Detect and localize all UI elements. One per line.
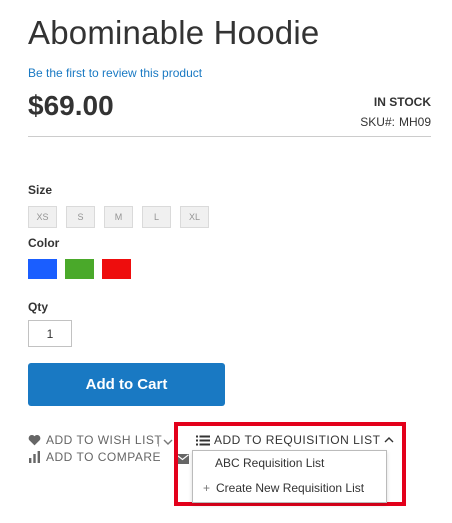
size-swatch-l[interactable]: L [142,206,171,228]
qty-input[interactable] [28,320,72,347]
requisition-dropdown: ABC Requisition List + Create New Requisi… [192,450,387,503]
sku: SKU#: MH09 [360,115,431,129]
color-swatch-green[interactable] [65,259,94,279]
chevron-down-icon[interactable] [163,434,173,452]
sku-label: SKU#: [360,115,395,129]
size-swatch-m[interactable]: M [104,206,133,228]
divider [28,136,431,137]
action-separator: | [157,433,161,447]
color-swatch-red[interactable] [102,259,131,279]
add-to-wish-list-link[interactable]: ADD TO WISH LIST [28,433,162,447]
compare-label: ADD TO COMPARE [46,450,162,464]
list-icon [196,435,210,445]
size-swatches: XS S M L XL [28,206,209,228]
heart-icon [28,434,41,446]
bar-chart-icon [29,451,40,463]
size-label: Size [28,183,53,197]
add-to-requisition-list-button[interactable]: ADD TO REQUISITION LIST [196,433,394,447]
color-swatches [28,259,131,279]
sku-value: MH09 [398,115,431,129]
stock-status: IN STOCK [373,95,431,109]
add-to-compare-link[interactable]: ADD TO COMPARE [28,450,161,464]
qty-label: Qty [28,300,49,314]
add-to-cart-button[interactable]: Add to Cart [28,363,225,406]
requisition-label: ADD TO REQUISITION LIST [214,433,381,447]
color-swatch-blue[interactable] [28,259,57,279]
product-price: $69.00 [28,90,114,121]
size-swatch-xs[interactable]: XS [28,206,57,228]
create-requisition-list-item[interactable]: + Create New Requisition List [193,481,396,495]
size-swatch-xl[interactable]: XL [180,206,209,228]
product-title: Abominable Hoodie [28,14,320,51]
chevron-up-icon [384,437,394,443]
color-label: Color [28,236,60,250]
wish-list-label: ADD TO WISH LIST [46,433,163,447]
requisition-list-item[interactable]: ABC Requisition List [193,456,408,470]
plus-icon: + [203,481,211,495]
size-swatch-s[interactable]: S [66,206,95,228]
review-link[interactable]: Be the first to review this product [28,66,202,80]
create-requisition-label: Create New Requisition List [216,481,365,495]
